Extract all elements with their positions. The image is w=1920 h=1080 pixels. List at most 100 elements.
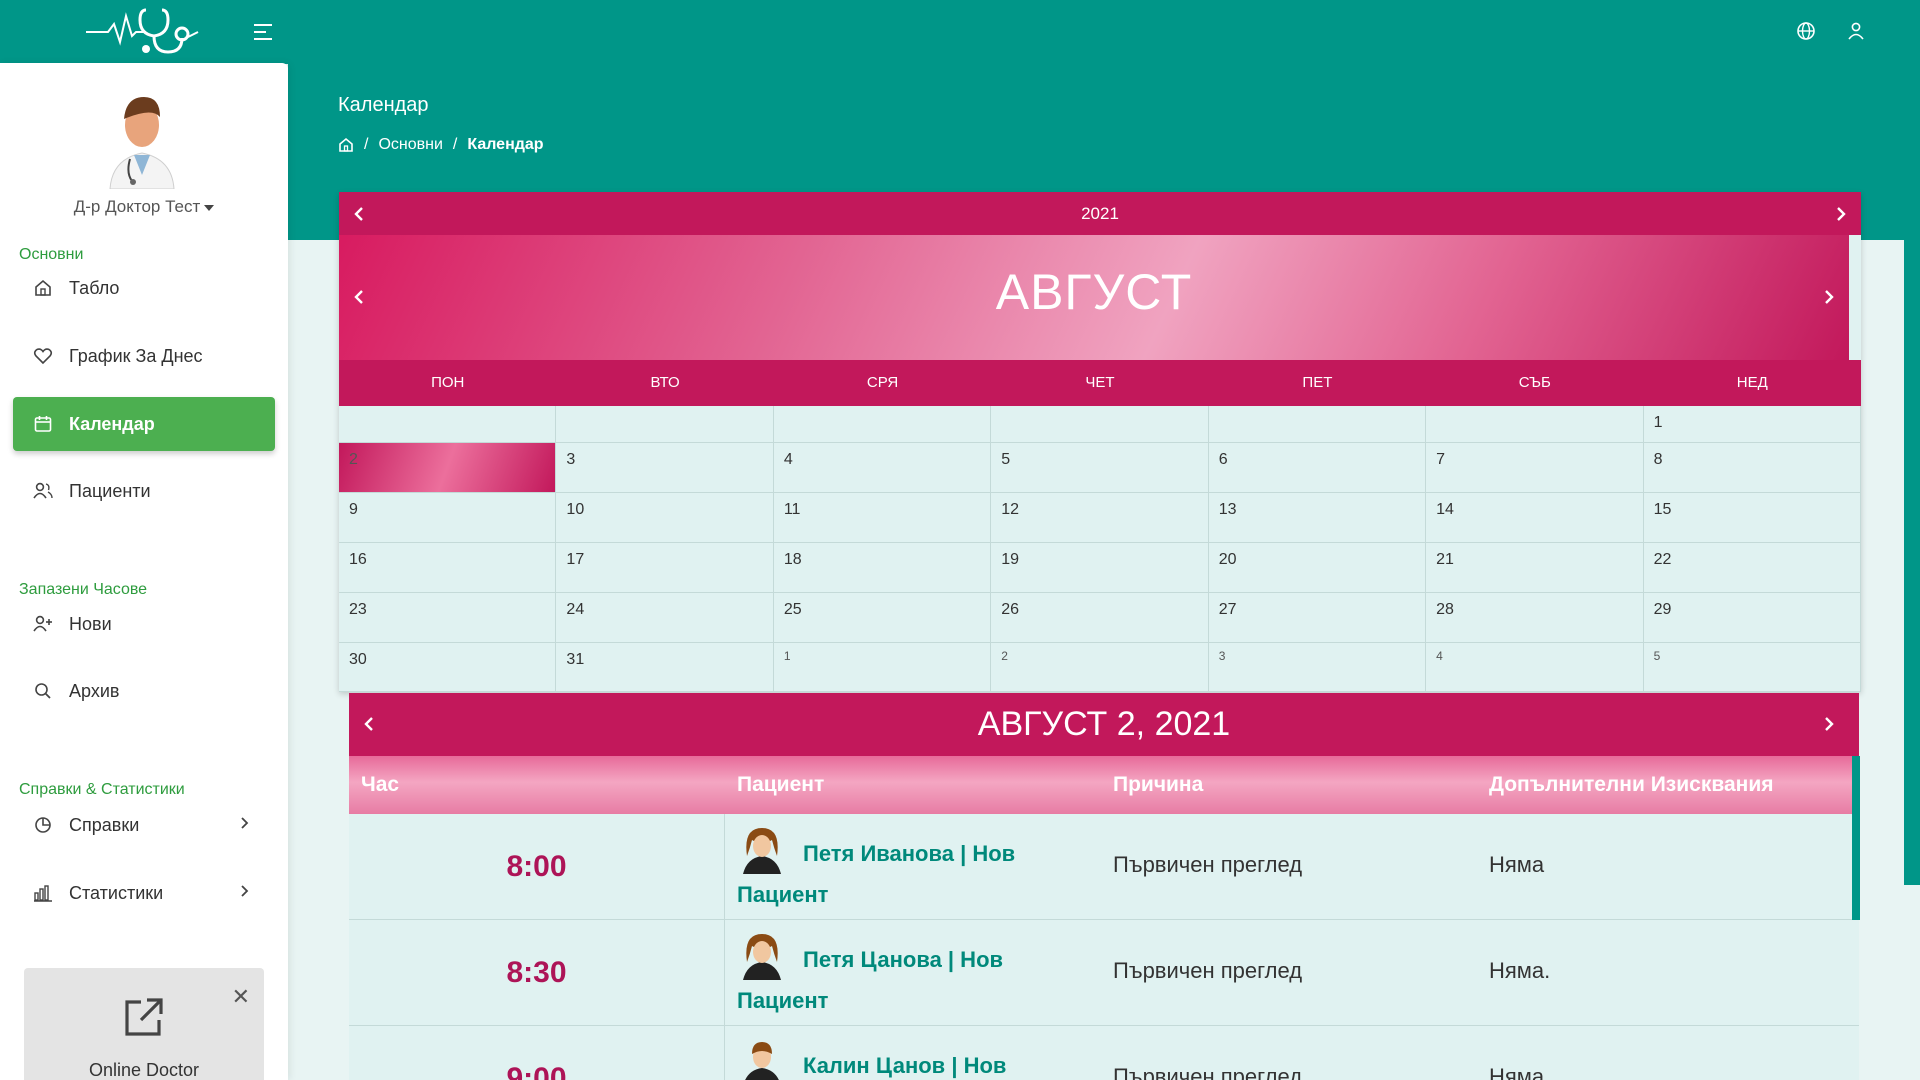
user-menu[interactable]: Д-р Доктор Тест	[0, 197, 288, 217]
sidebar-item-calendar[interactable]: Календар	[13, 397, 275, 451]
calendar-day[interactable]: 24	[556, 593, 774, 643]
calendar-day[interactable]: 16	[339, 543, 557, 593]
appointments-table: Час Пациент Причина Допълнителни Изисква…	[349, 756, 1859, 1080]
patient-link[interactable]: Калин Цанов | Нов Пациент	[725, 1026, 1101, 1080]
globe-icon[interactable]	[1795, 20, 1817, 42]
sidebar-item-statistics[interactable]: Статистики	[13, 866, 275, 920]
calendar-day-empty	[339, 406, 557, 443]
appointment-time: 9:00	[349, 1026, 725, 1080]
sidebar-item-label: Календар	[69, 413, 155, 434]
close-icon[interactable]: ✕	[232, 984, 250, 1010]
calendar-day-next-month[interactable]: 2	[991, 643, 1209, 692]
weekday-label: ПЕТ	[1302, 374, 1333, 391]
calendar-day[interactable]: 30	[339, 643, 557, 692]
calendar-day[interactable]: 21	[1426, 543, 1644, 593]
calendar-day[interactable]: 9	[339, 493, 557, 543]
sidebar-item-label: Табло	[69, 277, 120, 298]
calendar-day[interactable]: 27	[1208, 593, 1427, 643]
section-label-reports: Справки & Статистики	[19, 781, 185, 798]
home-icon[interactable]	[338, 137, 354, 153]
weekday-label: НЕД	[1736, 374, 1768, 391]
users-icon	[31, 479, 55, 503]
calendar-day[interactable]: 1	[1643, 406, 1861, 443]
sidebar-item-new[interactable]: Нови	[13, 597, 275, 651]
sidebar-item-archive[interactable]: Архив	[13, 664, 275, 718]
calendar-day[interactable]: 17	[556, 543, 774, 593]
next-year-arrow-icon[interactable]	[1833, 205, 1849, 223]
search-icon	[31, 679, 55, 703]
calendar-day[interactable]: 13	[1208, 493, 1427, 543]
calendar-day[interactable]: 28	[1426, 593, 1644, 643]
patient-link[interactable]: Петя Цанова | Нов Пациент	[725, 920, 1101, 1025]
calendar-day[interactable]: 29	[1643, 593, 1861, 643]
appointment-reason: Първичен преглед	[1113, 852, 1303, 877]
calendar-day[interactable]: 31	[556, 643, 774, 692]
sidebar-item-today-schedule[interactable]: График За Днес	[13, 329, 275, 383]
calendar-day-next-month[interactable]: 4	[1426, 643, 1644, 692]
sidebar: Д-р Доктор Тест Основни Табло График За …	[0, 63, 288, 1080]
home-icon	[31, 276, 55, 300]
day-view-header: АВГУСТ 2, 2021	[349, 693, 1859, 756]
calendar-day[interactable]: 4	[773, 443, 992, 493]
calendar-day[interactable]: 15	[1643, 493, 1861, 543]
calendar-day[interactable]: 5	[991, 443, 1209, 493]
calendar-day-next-month[interactable]: 5	[1643, 643, 1861, 692]
next-day-arrow-icon[interactable]	[1821, 715, 1837, 733]
calendar-day[interactable]: 26	[991, 593, 1209, 643]
weekday-label: СРЯ	[866, 374, 899, 391]
calendar-day-next-month[interactable]: 1	[773, 643, 992, 692]
stethoscope-logo-icon[interactable]	[84, 2, 200, 58]
calendar-day[interactable]: 7	[1426, 443, 1644, 493]
sidebar-item-reports[interactable]: Справки	[13, 798, 275, 852]
next-month-arrow-icon[interactable]	[1821, 288, 1837, 306]
month-banner: АВГУСТ	[339, 235, 1849, 362]
weekday-label: ПОН	[431, 374, 465, 391]
doctor-avatar-icon	[109, 97, 175, 189]
appointment-requirements: Няма	[1489, 852, 1545, 877]
calendar-day[interactable]: 14	[1426, 493, 1644, 543]
calendar-day[interactable]: 25	[773, 593, 992, 643]
appointment-reason: Първичен преглед	[1113, 958, 1303, 983]
sidebar-item-patients[interactable]: Пациенти	[13, 464, 275, 518]
appointment-requirements: Няма.	[1489, 958, 1551, 983]
month-calendar: 2021 АВГУСТ ПОН ВТО СРЯ ЧЕТ ПЕТ СЪБ НЕД …	[339, 192, 1861, 692]
calendar-day-empty	[773, 406, 992, 443]
scrollbar-thumb[interactable]	[1852, 756, 1860, 920]
calendar-day[interactable]: 19	[991, 543, 1209, 593]
sidebar-item-dashboard[interactable]: Табло	[13, 261, 275, 315]
female-avatar-icon	[743, 934, 781, 980]
table-header: Час Пациент Причина Допълнителни Изисква…	[349, 756, 1859, 814]
breadcrumb: / Основни / Календар	[338, 136, 544, 154]
table-row[interactable]: 9:00 Калин Цанов | Нов Пациент Първичен …	[349, 1026, 1859, 1080]
sidebar-item-label: Статистики	[69, 882, 164, 903]
calendar-day[interactable]: 23	[339, 593, 557, 643]
calendar-day[interactable]: 18	[773, 543, 992, 593]
breadcrumb-link[interactable]: Основни	[378, 136, 442, 154]
calendar-day-selected[interactable]: 2	[339, 443, 557, 493]
patient-link[interactable]: Петя Иванова | Нов Пациент	[725, 814, 1101, 919]
year-label: 2021	[1081, 204, 1119, 223]
calendar-day[interactable]: 10	[556, 493, 774, 543]
sidebar-item-label: Архив	[69, 680, 120, 701]
table-row[interactable]: 8:30 Петя Цанова | Нов Пациент Първичен …	[349, 920, 1859, 1026]
user-icon[interactable]	[1845, 20, 1867, 42]
calendar-day-next-month[interactable]: 3	[1208, 643, 1427, 692]
calendar-day-empty	[556, 406, 774, 443]
appointment-time: 8:00	[349, 814, 725, 919]
calendar-day[interactable]: 20	[1208, 543, 1427, 593]
calendar-day[interactable]: 6	[1208, 443, 1427, 493]
weekday-label: ЧЕТ	[1085, 374, 1115, 391]
calendar-day[interactable]: 22	[1643, 543, 1861, 593]
column-header: Час	[361, 773, 400, 796]
online-doctor-card[interactable]: ✕ Online Doctor	[24, 968, 264, 1080]
year-bar: 2021	[339, 192, 1861, 235]
appointment-time: 8:30	[349, 920, 725, 1025]
calendar-day[interactable]: 12	[991, 493, 1209, 543]
calendar-day[interactable]: 8	[1643, 443, 1861, 493]
calendar-day[interactable]: 3	[556, 443, 774, 493]
caret-down-icon	[204, 204, 215, 211]
user-plus-icon	[31, 612, 55, 636]
calendar-day[interactable]: 11	[773, 493, 992, 543]
table-row[interactable]: 8:00 Петя Иванова | Нов Пациент Първичен…	[349, 814, 1859, 920]
menu-toggle-icon[interactable]	[252, 20, 276, 44]
